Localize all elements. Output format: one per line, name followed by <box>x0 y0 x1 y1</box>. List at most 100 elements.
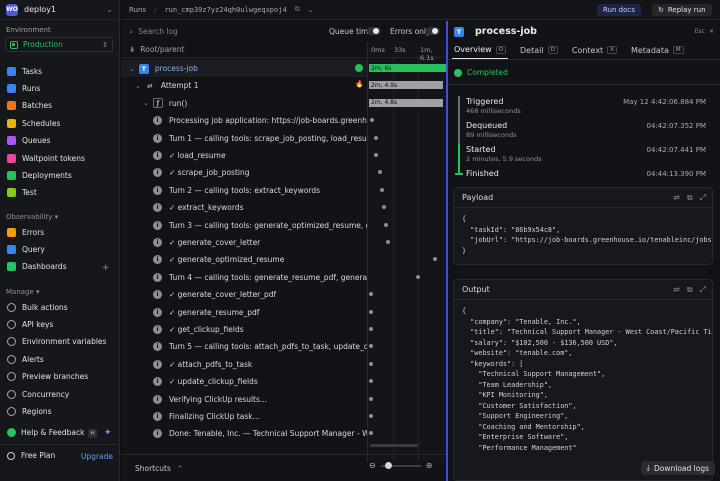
run-docs-button[interactable]: Run docs <box>597 4 641 16</box>
tab-overview[interactable]: Overview O <box>452 43 509 59</box>
wrap-icon[interactable]: ⇌ <box>673 285 680 295</box>
log-row[interactable]: i ✓ generate_cover_letter <box>121 234 367 251</box>
breadcrumb-runs[interactable]: Runs <box>129 6 146 14</box>
log-row[interactable]: i ✓ generate_resume_pdf <box>121 304 367 321</box>
collapse-all-icon[interactable]: ⇟ <box>129 45 135 54</box>
upgrade-link[interactable]: Upgrade <box>81 452 113 461</box>
log-row[interactable]: i Finalizing ClickUp task... <box>121 408 367 425</box>
help-feedback-button[interactable]: Help & Feedback <box>7 428 84 437</box>
zoom-slider[interactable] <box>380 461 421 469</box>
ai-sparkle-icon[interactable]: ✦ <box>104 428 112 438</box>
log-row[interactable]: i Turn 1 — calling tools: scrape_job_post… <box>121 130 367 147</box>
timeline-event-dot[interactable] <box>416 274 420 279</box>
tab-detail[interactable]: Detail D <box>518 43 560 59</box>
log-row[interactable]: i ✓ update_clickup_fields <box>121 373 367 390</box>
sidebar-item-dashboards[interactable]: Dashboards <box>7 261 67 273</box>
log-row[interactable]: i Turn 4 — calling tools: generate_resume… <box>121 269 367 286</box>
timeline-bar[interactable]: 2m, 4.9s <box>369 81 443 90</box>
log-row[interactable]: i ✓ attach_pdfs_to_task <box>121 356 367 373</box>
timeline-event-dot[interactable] <box>369 361 373 366</box>
timeline-event-dot[interactable] <box>369 327 373 331</box>
environment-select[interactable]: Production ⇕ <box>5 37 113 52</box>
log-row[interactable]: i Verifying ClickUp results... <box>121 391 367 408</box>
timeline-bar[interactable]: 2m, 4.8s <box>369 98 443 107</box>
wrap-icon[interactable]: ⇌ <box>673 193 680 203</box>
log-row[interactable]: i Turn 5 — calling tools: attach_pdfs_to_… <box>121 338 367 355</box>
log-row[interactable]: i ✓ generate_optimized_resume <box>121 251 367 268</box>
sidebar-item-waitpoint-tokens[interactable]: Waitpoint tokens <box>7 152 85 164</box>
expand-icon[interactable]: ⤢ <box>700 193 706 203</box>
timeline-event-dot[interactable] <box>369 396 373 401</box>
timeline-event-dot[interactable] <box>384 222 388 227</box>
copy-icon[interactable]: ⧉ <box>295 5 300 14</box>
breadcrumb-run-id[interactable]: run_cmp39z7yz24qh0ulwgeqxpoj4 <box>164 6 286 14</box>
sidebar-item-preview-branches[interactable]: Preview branches <box>7 371 88 383</box>
log-row[interactable]: i ✓ scrape_job_posting <box>121 164 367 181</box>
sidebar-item-alerts[interactable]: Alerts <box>7 353 44 365</box>
timeline-event-dot[interactable] <box>369 379 373 384</box>
timeline-event-dot[interactable] <box>386 240 390 244</box>
sidebar-item-schedules[interactable]: Schedules <box>7 117 60 129</box>
timeline-event-dot[interactable] <box>378 170 382 175</box>
sidebar-item-tasks[interactable]: Tasks <box>7 65 42 77</box>
attempt-row[interactable]: ⌄ ⇄ Attempt 1 🔥 <box>121 77 367 94</box>
sidebar-item-batches[interactable]: Batches <box>7 100 52 112</box>
tab-metadata[interactable]: Metadata M <box>629 43 686 59</box>
zoom-thumb[interactable] <box>384 461 392 469</box>
timeline-event-dot[interactable] <box>380 187 384 192</box>
timeline-bar[interactable]: 2m, 6s <box>369 64 446 72</box>
zoom-in-icon[interactable]: ⊕ <box>426 461 433 470</box>
queue-time-toggle[interactable] <box>367 27 381 35</box>
log-row[interactable]: i ✓ load_resume <box>121 147 367 164</box>
tab-context[interactable]: Context X <box>570 43 619 59</box>
log-row[interactable]: i ✓ generate_cover_letter_pdf <box>121 286 367 303</box>
close-panel-button[interactable]: Esc ✕ <box>695 28 714 35</box>
copy-icon[interactable]: ⧉ <box>687 193 693 203</box>
timeline-event-dot[interactable] <box>374 153 378 157</box>
replay-run-button[interactable]: ↻ Replay run <box>652 4 712 16</box>
sidebar-item-query[interactable]: Query <box>7 243 45 255</box>
expand-icon[interactable]: ⤢ <box>700 285 706 295</box>
sidebar-item-runs[interactable]: Runs <box>7 82 40 94</box>
timeline-event-dot[interactable] <box>369 309 373 314</box>
timeline-event-dot[interactable] <box>374 135 378 140</box>
copy-icon[interactable]: ⧉ <box>687 285 693 295</box>
log-row[interactable]: i Turn 3 — calling tools: generate_optimi… <box>121 217 367 234</box>
download-logs-button[interactable]: ⤓ Download logs <box>640 461 715 475</box>
sidebar-item-errors[interactable]: Errors <box>7 226 44 238</box>
sidebar-item-bulk-actions[interactable]: Bulk actions <box>7 301 68 313</box>
shortcuts-button[interactable]: Shortcuts <box>135 464 171 473</box>
sidebar-item-test[interactable]: Test <box>7 187 37 199</box>
fn-row[interactable]: ⌄ ƒ run() <box>121 95 367 112</box>
log-row[interactable]: i ✓ get_clickup_fields <box>121 321 367 338</box>
timeline-event-dot[interactable] <box>433 257 437 262</box>
timeline-event-dot[interactable] <box>369 344 373 349</box>
add-dashboard-icon[interactable]: + <box>102 263 110 273</box>
timeline-event-dot[interactable] <box>369 431 373 436</box>
sidebar-item-regions[interactable]: Regions <box>7 405 52 417</box>
chevron-down-icon[interactable]: ⌄ <box>308 6 314 14</box>
manage-section-label[interactable]: Manage ▾ <box>6 288 40 296</box>
sidebar-item-concurrency[interactable]: Concurrency <box>7 388 69 400</box>
errors-only-toggle[interactable] <box>426 27 440 35</box>
chevron-down-icon[interactable]: ⌄ <box>143 99 149 107</box>
task-row[interactable]: ⌄ Tprocess-job <box>121 60 367 77</box>
zoom-out-icon[interactable]: ⊖ <box>369 461 376 470</box>
timeline-event-dot[interactable] <box>369 292 373 297</box>
sidebar-item-queues[interactable]: Queues <box>7 135 51 147</box>
sidebar-item-deployments[interactable]: Deployments <box>7 169 72 181</box>
timeline-event-dot[interactable] <box>369 414 373 418</box>
project-switcher[interactable]: WO deploy1 ⌄ <box>0 0 119 20</box>
timeline-event-dot[interactable] <box>382 205 386 210</box>
log-row[interactable]: i Turn 2 — calling tools: extract_keyword… <box>121 182 367 199</box>
horizontal-scrollbar[interactable] <box>370 444 418 447</box>
log-row[interactable]: i Processing job application: https://job… <box>121 112 367 129</box>
timeline-event-dot[interactable] <box>370 118 374 123</box>
sidebar-item-environment-variables[interactable]: Environment variables <box>7 336 106 348</box>
chevron-down-icon[interactable]: ⌄ <box>135 82 141 90</box>
observability-section-label[interactable]: Observability ▾ <box>6 213 58 221</box>
chevron-down-icon[interactable]: ⌄ <box>129 65 135 73</box>
log-row[interactable]: i Done: Tenable, Inc. — Technical Support… <box>121 425 367 442</box>
log-row[interactable]: i ✓ extract_keywords <box>121 199 367 216</box>
sidebar-item-api-keys[interactable]: API keys <box>7 318 53 330</box>
